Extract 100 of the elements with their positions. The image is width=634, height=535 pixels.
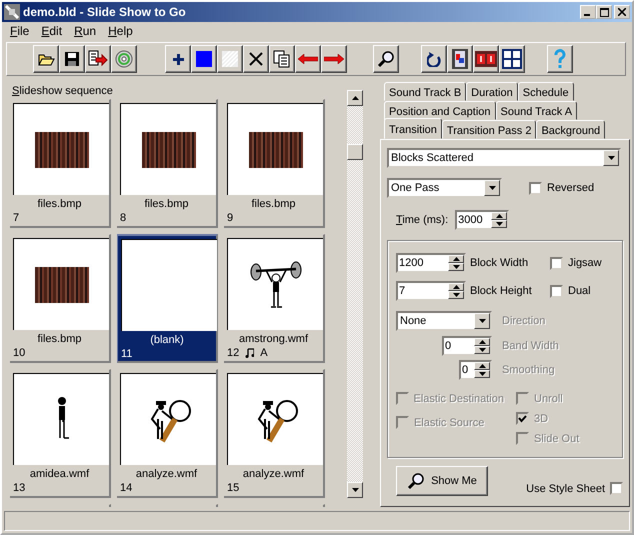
menu-item[interactable]: Help (102, 24, 139, 38)
save-icon (64, 51, 80, 67)
toolbar-button[interactable] (33, 45, 59, 73)
up-arrow-icon (452, 285, 460, 289)
up-arrow-icon (496, 214, 503, 218)
up-arrow-icon (452, 257, 460, 261)
tab[interactable]: Transition Pass 2 (442, 120, 536, 139)
app-icon (4, 4, 20, 20)
menu-item[interactable]: Run (68, 24, 102, 38)
field-label: Direction (502, 315, 546, 327)
slide-tile[interactable]: (blank) 11 (117, 234, 218, 363)
field-label: Block Width (470, 257, 530, 269)
dropdown[interactable]: Blocks Scattered (387, 148, 621, 168)
toolbar-button[interactable] (191, 45, 217, 73)
slide-caption: amstrong.wmf (238, 333, 310, 345)
checkbox-label: Slide Out (534, 432, 580, 444)
tab[interactable]: Sound Track B (384, 82, 466, 101)
toolbar-button[interactable] (321, 45, 347, 73)
menu-item[interactable]: Edit (35, 24, 68, 38)
slide-tile[interactable]: files.bmp 8 (117, 99, 218, 228)
slide-caption: files.bmp (36, 198, 83, 210)
spin-box[interactable]: 3000 (455, 210, 510, 230)
slide-tile[interactable]: files.bmp 7 (10, 99, 111, 228)
show-me-button[interactable]: Show Me (396, 466, 488, 496)
spin-box[interactable]: 7 (396, 281, 466, 301)
down-arrow-icon (478, 372, 486, 376)
tab[interactable]: Sound Track A (496, 101, 578, 120)
maximize-icon (600, 8, 608, 16)
left-arrow-icon (298, 54, 318, 64)
checkbox[interactable] (610, 482, 623, 495)
help-icon (554, 49, 566, 69)
toolbar-button[interactable] (85, 45, 111, 73)
toolbar-button[interactable] (295, 45, 321, 73)
scroll-thumb[interactable] (347, 144, 363, 160)
open-folder-icon (38, 52, 54, 66)
toolbar-button[interactable] (499, 45, 525, 73)
maximize-button[interactable] (596, 5, 612, 19)
checkbox[interactable] (529, 182, 542, 194)
slide-number: 7 (13, 212, 20, 224)
toolbar-button[interactable] (421, 45, 447, 73)
slide-caption: files.bmp (143, 198, 190, 210)
slide-number: 14 (120, 482, 132, 494)
square-icon (196, 51, 212, 67)
up-arrow-icon (352, 96, 358, 100)
dropdown-arrow-icon (488, 186, 496, 190)
down-arrow-icon (452, 265, 460, 269)
scrollbar[interactable] (347, 90, 363, 498)
photo-placeholder (248, 132, 302, 168)
slide-number: 13 (13, 482, 26, 494)
up-arrow-icon (478, 340, 486, 344)
slide-tile[interactable]: amstrong.wmf 12 A (224, 234, 325, 363)
field-label: Band Width (502, 340, 559, 352)
slide-tile[interactable]: amidea.wmf 13 (10, 369, 111, 498)
photo-placeholder (142, 132, 196, 168)
checkbox-label: Elastic Destination (414, 392, 504, 404)
tab[interactable]: Transition (384, 118, 442, 139)
toolbar-button[interactable] (59, 45, 85, 73)
search-icon (377, 50, 395, 68)
field-label: Block Height (470, 285, 533, 297)
checkbox-label: Dual (568, 285, 591, 297)
checkbox-label: Use Style Sheet (526, 482, 605, 494)
toolbar-button[interactable] (447, 45, 473, 73)
tab[interactable]: Duration (466, 82, 518, 101)
checkbox[interactable] (550, 256, 563, 270)
checkbox-label: Elastic Source (414, 416, 484, 428)
tab[interactable]: Schedule (518, 82, 574, 101)
search-icon (407, 472, 426, 490)
slide-caption: files.bmp (250, 198, 297, 210)
tab[interactable]: Position and Caption (384, 101, 496, 120)
toolbar-button[interactable] (165, 45, 191, 73)
down-arrow-icon (478, 348, 486, 352)
checkbox-label: 3D (534, 412, 548, 424)
toolbar-button[interactable] (111, 45, 137, 73)
slide-number: 9 (227, 212, 234, 224)
slide-tile[interactable]: analyze.wmf 15 (224, 369, 325, 498)
checkbox[interactable] (550, 284, 563, 298)
slide-number: 8 (120, 212, 126, 224)
slide-tile[interactable]: files.bmp 10 (10, 234, 111, 363)
toolbar-button[interactable] (547, 45, 573, 73)
down-arrow-icon (496, 222, 503, 226)
toolbar-button[interactable] (473, 45, 499, 73)
minimize-button[interactable] (580, 5, 596, 19)
checkbox-label: Jigsaw (568, 257, 602, 269)
toolbar-button[interactable] (243, 45, 269, 73)
grid-icon (502, 49, 522, 69)
toolbar-button[interactable] (373, 45, 399, 73)
spin-box[interactable]: 1200 (396, 253, 466, 273)
tab[interactable]: Background (536, 120, 606, 139)
slide-tile[interactable]: analyze.wmf 14 (117, 369, 218, 498)
slide-caption: files.bmp (36, 333, 83, 345)
weightlifter-drawing (250, 260, 302, 310)
plus-icon (172, 54, 184, 64)
close-button[interactable] (614, 5, 630, 19)
toolbar-button[interactable] (217, 45, 243, 73)
dropdown[interactable]: One Pass (387, 178, 502, 198)
slide-caption: analyze.wmf (242, 468, 306, 480)
menu-item[interactable]: File (4, 24, 36, 38)
export-icon (88, 50, 108, 68)
slide-tile[interactable]: files.bmp 9 (224, 99, 325, 228)
toolbar-button[interactable] (269, 45, 295, 73)
